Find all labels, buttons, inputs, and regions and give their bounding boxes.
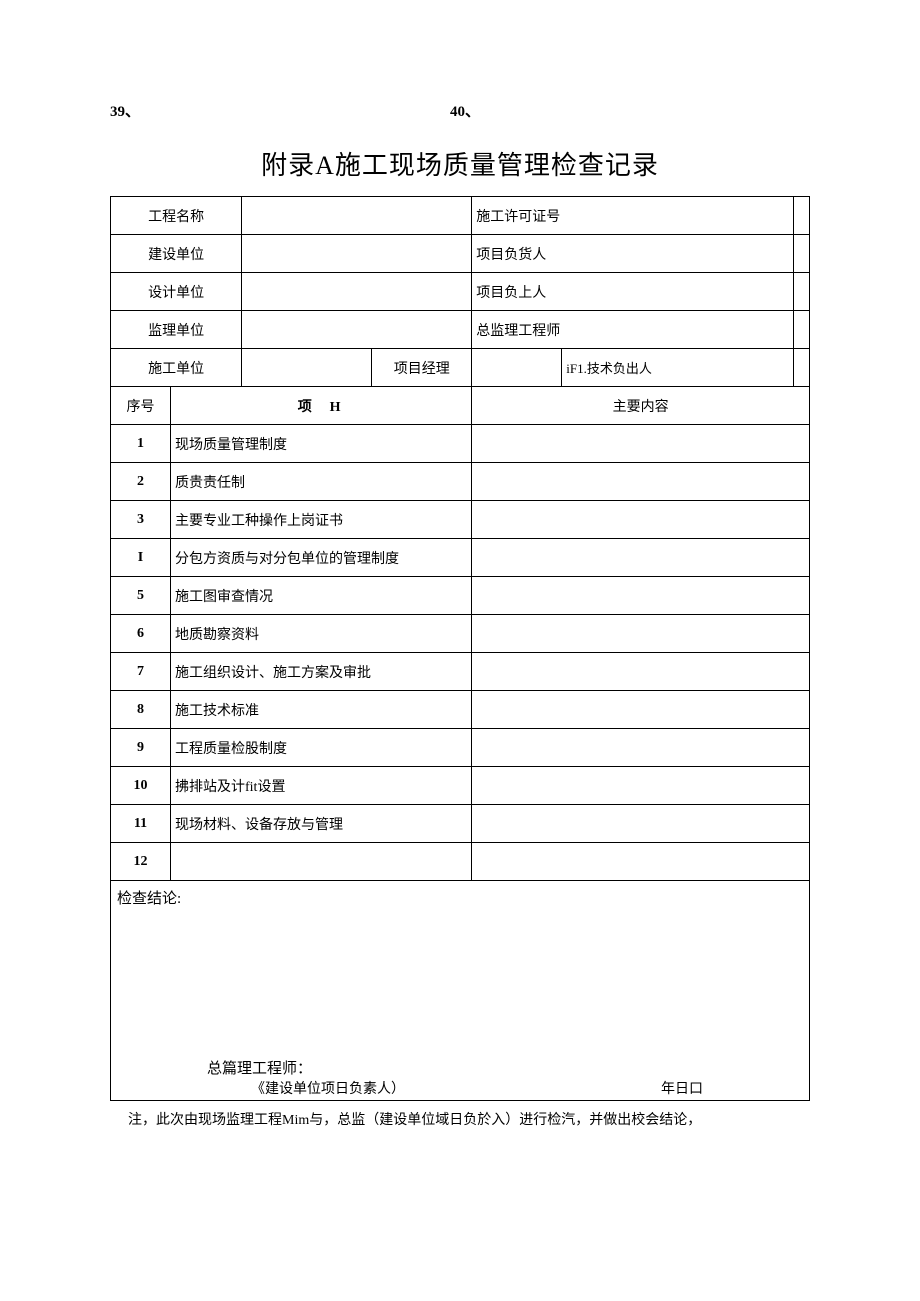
row-seq: 11 [111,805,171,843]
label-design-unit: 设计单位 [111,273,242,311]
row-content [472,539,810,577]
conclusion-row: 检查结论: 总篇理工程师： 《建设单位项日负素人） 年日口 [111,881,810,1101]
footnote: 注，此次由现场监理工程Mim与，总监（建设单位域日负於入）进行检汽，并做出校会结… [110,1109,810,1129]
header-row-2: 建设单位 项目负货人 [111,235,810,273]
conclusion-sub-line: 《建设单位项日负素人） [251,1078,405,1098]
conclusion-sign-line: 总篇理工程师： [207,1057,312,1078]
row-seq: 5 [111,577,171,615]
col-content: 主要内容 [472,387,810,425]
label-supervise-unit: 监理单位 [111,311,242,349]
table-row: 7 施工组织设计、施工方案及审批 [111,653,810,691]
row-item: 分包方资质与对分包单位的管理制度 [171,539,472,577]
row-content [472,691,810,729]
value-project-name [242,197,472,235]
row-content [472,805,810,843]
row-seq: 1 [111,425,171,463]
row-seq: 3 [111,501,171,539]
conclusion-cell: 检查结论: 总篇理工程师： 《建设单位项日负素人） 年日口 [111,881,810,1101]
table-row: 11 现场材料、设备存放与管理 [111,805,810,843]
page-num-left: 39、 [110,100,450,121]
table-row: 9 工程质量检股制度 [111,729,810,767]
row-content [472,729,810,767]
row-item: 质贵责任制 [171,463,472,501]
table-row: 12 [111,843,810,881]
value-project-lead [793,273,809,311]
table-row: 10 拂排站及计fit设置 [111,767,810,805]
label-tech-lead: iF1.技术负出人 [562,349,794,387]
row-item: 施工技术标准 [171,691,472,729]
row-content [472,615,810,653]
row-item: 施工图审查情况 [171,577,472,615]
row-seq: 7 [111,653,171,691]
header-row-1: 工程名称 施工许可证号 [111,197,810,235]
row-item: 地质勘察资料 [171,615,472,653]
label-project-owner: 项目负货人 [472,235,794,273]
table-row: 5 施工图审查情况 [111,577,810,615]
header-row-3: 设计单位 项目负上人 [111,273,810,311]
value-project-owner [793,235,809,273]
footnote-text: 注，此次由现场监理工程Mim与，总监（建设单位域日负於入）进行检汽，并做出校会结… [128,1113,701,1128]
table-row: 2 质贵责任制 [111,463,810,501]
conclusion-label: 检查结论: [117,887,803,908]
col-item: 项H [171,387,472,425]
value-project-manager [472,349,562,387]
row-content [472,653,810,691]
row-content [472,767,810,805]
label-build-unit: 建设单位 [111,235,242,273]
col-seq: 序号 [111,387,171,425]
header-row-5: 施工单位 项目经理 iF1.技术负出人 [111,349,810,387]
value-supervise-unit [242,311,472,349]
row-content [472,577,810,615]
inspection-table: 工程名称 施工许可证号 建设单位 项目负货人 设计单位 项目负上人 监理单位 总… [110,196,810,1101]
table-row: 6 地质勘察资料 [111,615,810,653]
value-chief-engineer [793,311,809,349]
table-row: 8 施工技术标准 [111,691,810,729]
value-design-unit [242,273,472,311]
row-item: 拂排站及计fit设置 [171,767,472,805]
table-row: 1 现场质量管理制度 [111,425,810,463]
label-project-name: 工程名称 [111,197,242,235]
header-row-4: 监理单位 总监理工程师 [111,311,810,349]
row-seq: 2 [111,463,171,501]
label-project-manager: 项目经理 [372,349,472,387]
value-build-unit [242,235,472,273]
page-num-right: 40、 [450,100,480,121]
row-item: 主要专业工种操作上岗证书 [171,501,472,539]
conclusion-date-line: 年日口 [661,1078,703,1098]
row-seq: 9 [111,729,171,767]
row-seq: 8 [111,691,171,729]
label-project-lead: 项目负上人 [472,273,794,311]
row-seq: 10 [111,767,171,805]
row-content [472,425,810,463]
row-seq: 12 [111,843,171,881]
row-item [171,843,472,881]
row-content [472,501,810,539]
row-content [472,463,810,501]
row-item: 现场质量管理制度 [171,425,472,463]
row-seq: 6 [111,615,171,653]
table-row: I 分包方资质与对分包单位的管理制度 [111,539,810,577]
value-permit-no [793,197,809,235]
row-seq: I [111,539,171,577]
label-chief-engineer: 总监理工程师 [472,311,794,349]
value-construct-unit [242,349,372,387]
row-item: 工程质量检股制度 [171,729,472,767]
row-item: 施工组织设计、施工方案及审批 [171,653,472,691]
table-row: 3 主要专业工种操作上岗证书 [111,501,810,539]
label-construct-unit: 施工单位 [111,349,242,387]
row-item: 现场材料、设备存放与管理 [171,805,472,843]
top-page-numbers: 39、 40、 [110,100,810,121]
document-title: 附录A施工现场质量管理检查记录 [110,145,810,182]
row-content [472,843,810,881]
label-permit-no: 施工许可证号 [472,197,794,235]
column-header-row: 序号 项H 主要内容 [111,387,810,425]
value-tech-lead [793,349,809,387]
